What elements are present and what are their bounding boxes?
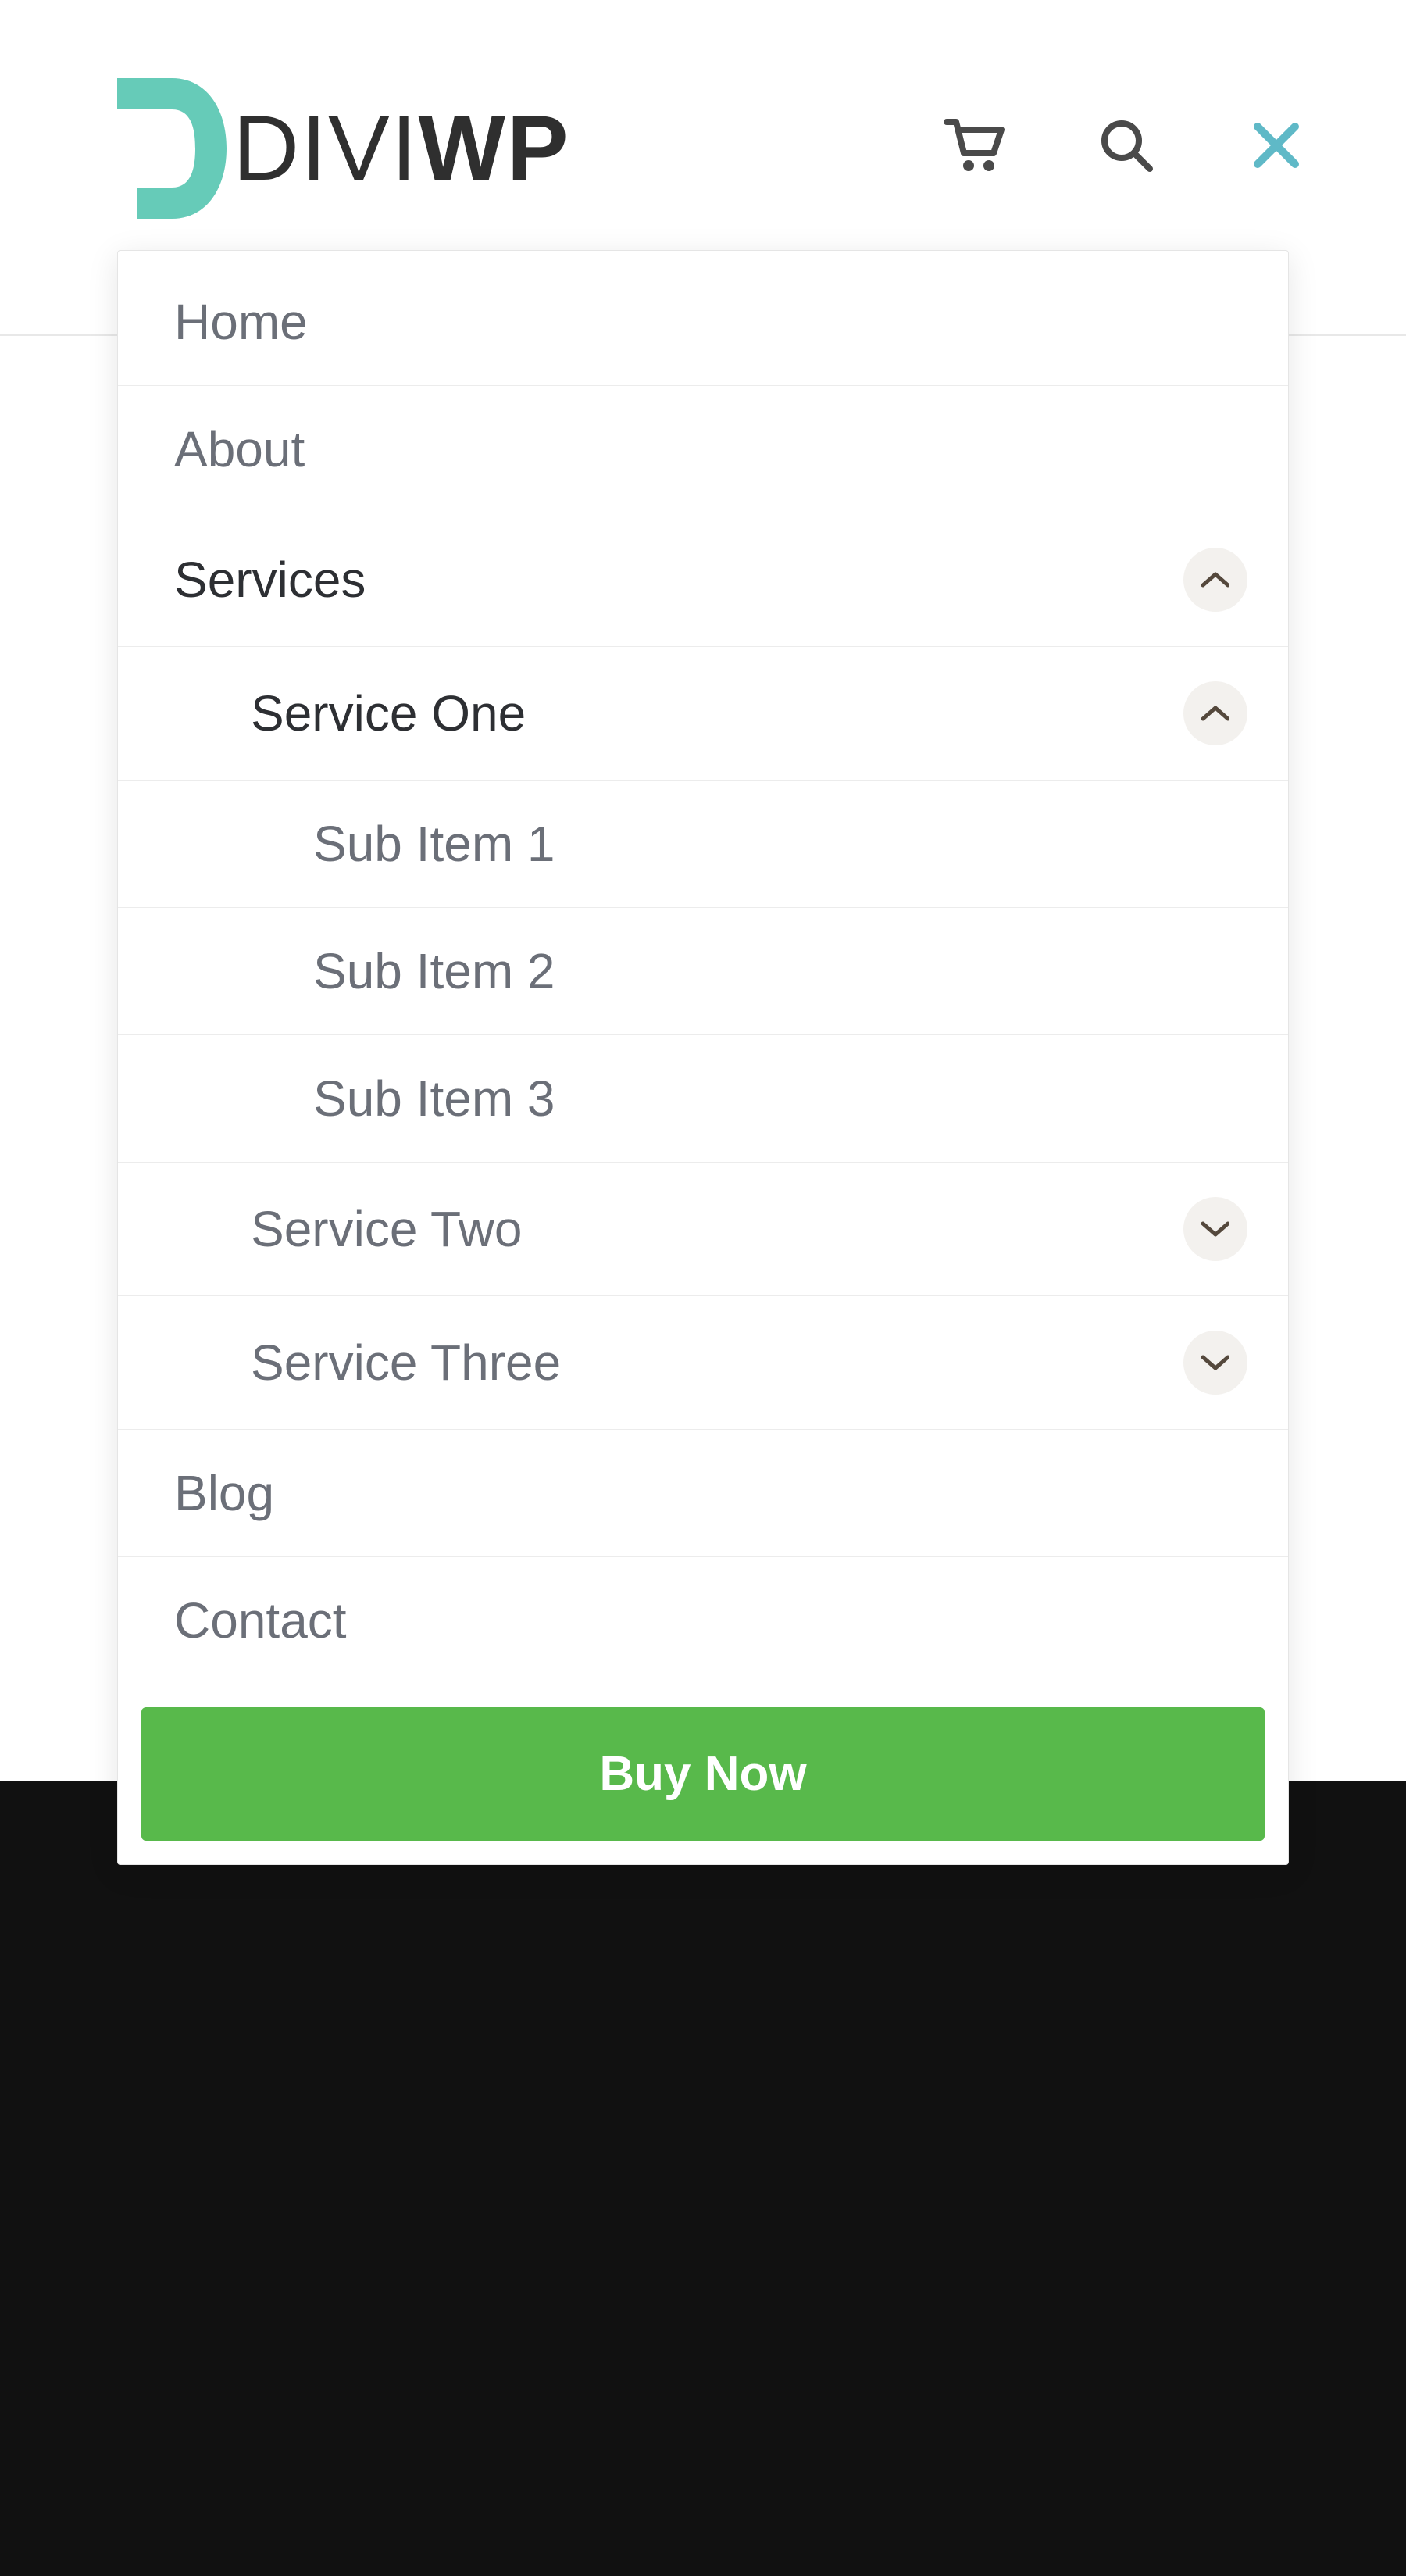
buy-now-button[interactable]: Buy Now xyxy=(141,1707,1265,1841)
close-icon[interactable] xyxy=(1248,117,1304,173)
chevron-down-icon[interactable] xyxy=(1183,1331,1247,1395)
site-logo[interactable]: DIVIWP xyxy=(117,78,570,219)
menu-item-sub-2[interactable]: Sub Item 2 xyxy=(118,908,1288,1035)
logo-text-bold: WP xyxy=(419,97,570,200)
menu-item-label: Service Two xyxy=(251,1200,522,1258)
menu-item-service-three[interactable]: Service Three xyxy=(118,1296,1288,1430)
menu-item-label: Contact xyxy=(174,1592,347,1649)
menu-item-label: Home xyxy=(174,293,308,351)
menu-item-services[interactable]: Services xyxy=(118,513,1288,647)
menu-item-label: Sub Item 3 xyxy=(313,1070,555,1127)
menu-item-label: Sub Item 1 xyxy=(313,815,555,873)
buy-now-label: Buy Now xyxy=(599,1747,806,1801)
menu-item-label: About xyxy=(174,420,305,478)
chevron-down-icon[interactable] xyxy=(1183,1197,1247,1261)
logo-mark-icon xyxy=(117,78,227,219)
mobile-menu-panel: Home About Services Service One Sub Item… xyxy=(117,250,1289,1865)
menu-item-sub-1[interactable]: Sub Item 1 xyxy=(118,781,1288,908)
menu-cta-row: Buy Now xyxy=(118,1684,1288,1864)
logo-text: DIVIWP xyxy=(233,102,570,195)
menu-item-label: Services xyxy=(174,551,366,609)
menu-item-service-two[interactable]: Service Two xyxy=(118,1163,1288,1296)
cart-icon[interactable] xyxy=(944,117,1005,173)
menu-item-blog[interactable]: Blog xyxy=(118,1430,1288,1557)
logo-text-light: DIVI xyxy=(233,97,419,200)
header-icons xyxy=(944,117,1304,173)
chevron-up-icon[interactable] xyxy=(1183,681,1247,745)
menu-item-label: Blog xyxy=(174,1464,274,1522)
menu-item-about[interactable]: About xyxy=(118,386,1288,513)
menu-item-service-one[interactable]: Service One xyxy=(118,647,1288,781)
chevron-up-icon[interactable] xyxy=(1183,548,1247,612)
menu-item-home[interactable]: Home xyxy=(118,259,1288,386)
menu-item-sub-3[interactable]: Sub Item 3 xyxy=(118,1035,1288,1163)
menu-item-label: Service Three xyxy=(251,1334,561,1392)
menu-item-label: Sub Item 2 xyxy=(313,942,555,1000)
menu-item-contact[interactable]: Contact xyxy=(118,1557,1288,1684)
search-icon[interactable] xyxy=(1098,117,1154,173)
footer-dark-region xyxy=(0,1781,1406,2576)
menu-item-label: Service One xyxy=(251,684,526,742)
